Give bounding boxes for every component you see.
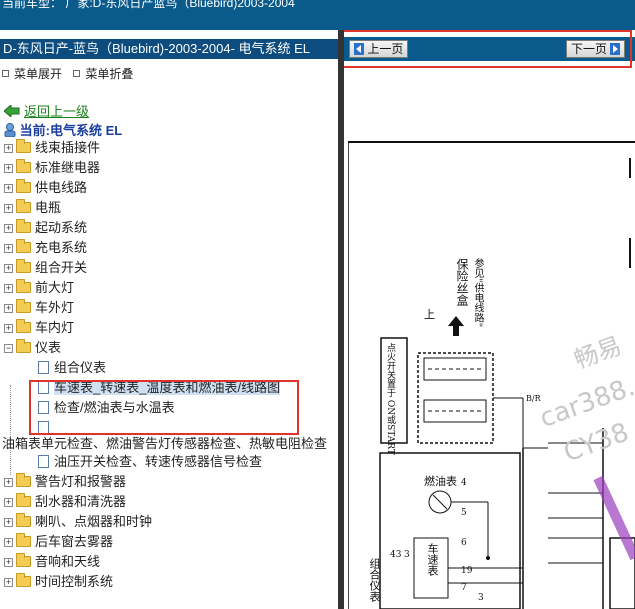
tree-connector bbox=[10, 385, 11, 475]
tree-item[interactable]: + 起动系统 bbox=[0, 218, 87, 238]
folder-icon bbox=[16, 553, 31, 567]
ignition-switch-label: 点火开关置于 ON或START bbox=[385, 343, 395, 455]
expand-toggle-icon[interactable]: + bbox=[4, 498, 13, 507]
expand-toggle-icon[interactable]: + bbox=[4, 164, 13, 173]
pin-number: 3 bbox=[478, 593, 484, 603]
expand-toggle-icon[interactable]: + bbox=[4, 184, 13, 193]
fuse-box-reference: 参见"供电线路" bbox=[472, 258, 483, 328]
tree-item[interactable]: + 警告灯和报警器 bbox=[0, 472, 126, 492]
collapse-icon bbox=[73, 70, 81, 77]
tree-item[interactable]: + 时间控制系统 bbox=[0, 572, 113, 592]
folder-icon bbox=[16, 159, 31, 173]
folder-icon bbox=[16, 473, 31, 487]
up-label: 上 bbox=[424, 308, 435, 321]
expand-toggle-icon[interactable]: + bbox=[4, 304, 13, 313]
folder-icon bbox=[16, 199, 31, 213]
folder-icon bbox=[16, 533, 31, 547]
expand-toggle-icon[interactable]: + bbox=[4, 244, 13, 253]
expand-toggle-icon[interactable]: + bbox=[4, 144, 13, 153]
collapse-all-button[interactable]: 菜单折叠 bbox=[73, 65, 133, 82]
folder-icon bbox=[16, 179, 31, 193]
pin-number: 43 bbox=[390, 550, 402, 560]
expand-toggle-icon[interactable]: + bbox=[4, 558, 13, 567]
pin-number: 4 bbox=[461, 478, 467, 488]
fuse-box-label: 保险丝盒 bbox=[455, 258, 469, 306]
user-icon bbox=[4, 123, 16, 138]
tree-item[interactable]: + 车外灯 bbox=[0, 298, 74, 318]
tree-leaf[interactable]: 组合仪表 bbox=[38, 358, 106, 378]
annotation-highlight-box bbox=[344, 30, 632, 68]
back-link[interactable]: 返回上一级 bbox=[3, 101, 89, 120]
tree-item[interactable]: + 车内灯 bbox=[0, 318, 74, 338]
tree-item[interactable]: + 供电线路 bbox=[0, 178, 87, 198]
folder-icon bbox=[16, 573, 31, 587]
speedometer-label: 车速表 bbox=[426, 543, 439, 576]
expand-toggle-icon[interactable]: + bbox=[4, 204, 13, 213]
tree-item[interactable]: + 充电系统 bbox=[0, 238, 87, 258]
folder-icon bbox=[16, 319, 31, 333]
tree-item[interactable]: + 音响和天线 bbox=[0, 552, 100, 572]
expand-toggle-icon[interactable]: + bbox=[4, 518, 13, 527]
pin-number: 6 bbox=[461, 538, 467, 548]
document-icon bbox=[38, 361, 49, 374]
vehicle-model-bar: 当前车型： 厂家:D-东风日产蓝鸟（Bluebird)2003-2004 bbox=[0, 0, 635, 30]
expand-toggle-icon[interactable]: + bbox=[4, 284, 13, 293]
folder-open-icon bbox=[16, 339, 31, 353]
annotation-highlight-box bbox=[29, 380, 299, 435]
pin-number: 3 bbox=[404, 550, 410, 560]
current-location: 当前:电气系统 EL bbox=[4, 120, 122, 139]
tree-item[interactable]: + 标准继电器 bbox=[0, 158, 100, 178]
expand-all-button[interactable]: 菜单展开 bbox=[2, 65, 62, 82]
tree-item[interactable]: + 刮水器和清洗器 bbox=[0, 492, 126, 512]
expand-toggle-icon[interactable]: + bbox=[4, 538, 13, 547]
tree-item[interactable]: + 组合开关 bbox=[0, 258, 87, 278]
expand-toggle-icon[interactable]: + bbox=[4, 264, 13, 273]
tree-item[interactable]: + 后车窗去雾器 bbox=[0, 532, 113, 552]
folder-icon bbox=[16, 139, 31, 153]
tree-item[interactable]: + 线束插接件 bbox=[0, 138, 100, 158]
expand-toggle-icon[interactable]: + bbox=[4, 478, 13, 487]
fuel-gauge-label: 燃油表 bbox=[424, 475, 457, 488]
tree-item[interactable]: + 前大灯 bbox=[0, 278, 74, 298]
folder-icon bbox=[16, 493, 31, 507]
panel-title: D-东风日产-蓝鸟（Bluebird)-2003-2004- 电气系统 EL bbox=[0, 39, 338, 59]
expand-icon bbox=[2, 70, 9, 77]
expand-toggle-icon[interactable]: + bbox=[4, 224, 13, 233]
tree-overflow-text[interactable]: 油箱表单元检查、燃油警告灯传感器检查、热敏电阻检查 bbox=[2, 434, 327, 454]
document-icon bbox=[38, 455, 49, 468]
tree-leaf[interactable]: 油压开关检查、转速传感器信号检查 bbox=[38, 452, 262, 472]
folder-icon bbox=[16, 299, 31, 313]
back-arrow-icon bbox=[3, 103, 20, 119]
expand-toggle-icon[interactable]: + bbox=[4, 578, 13, 587]
tree-item[interactable]: + 喇叭、点烟器和时钟 bbox=[0, 512, 152, 532]
folder-icon bbox=[16, 239, 31, 253]
vehicle-model-text: 当前车型： 厂家:D-东风日产蓝鸟（Bluebird)2003-2004 bbox=[2, 0, 295, 10]
folder-icon bbox=[16, 219, 31, 233]
wiring-diagram: 保险丝盒 参见"供电线路" 点火开关置于 ON或START 上 B/R 燃油表 … bbox=[348, 138, 635, 609]
right-panel: 上一页 下一页 保险丝盒 参见"供电线路" 点火开关置于 ON或START 上 … bbox=[344, 30, 635, 609]
app-window: 当前车型： 厂家:D-东风日产蓝鸟（Bluebird)2003-2004 D-东… bbox=[0, 0, 635, 609]
pin-number: 7 bbox=[461, 583, 467, 593]
folder-icon bbox=[16, 513, 31, 527]
tree-item-instruments[interactable]: − 仪表 bbox=[0, 338, 61, 358]
left-panel: D-东风日产-蓝鸟（Bluebird)-2003-2004- 电气系统 EL 菜… bbox=[0, 30, 338, 609]
pin-number: 19 bbox=[461, 566, 473, 576]
menu-operations: 菜单展开 菜单折叠 bbox=[2, 65, 141, 82]
tree-item[interactable]: + 电瓶 bbox=[0, 198, 61, 218]
wire-color-label: B/R bbox=[526, 394, 541, 403]
folder-icon bbox=[16, 259, 31, 273]
combination-meter-label: 组合仪表 bbox=[368, 558, 381, 602]
expand-toggle-icon[interactable]: + bbox=[4, 324, 13, 333]
collapse-toggle-icon[interactable]: − bbox=[4, 344, 13, 353]
pin-number: 5 bbox=[461, 508, 467, 518]
folder-icon bbox=[16, 279, 31, 293]
